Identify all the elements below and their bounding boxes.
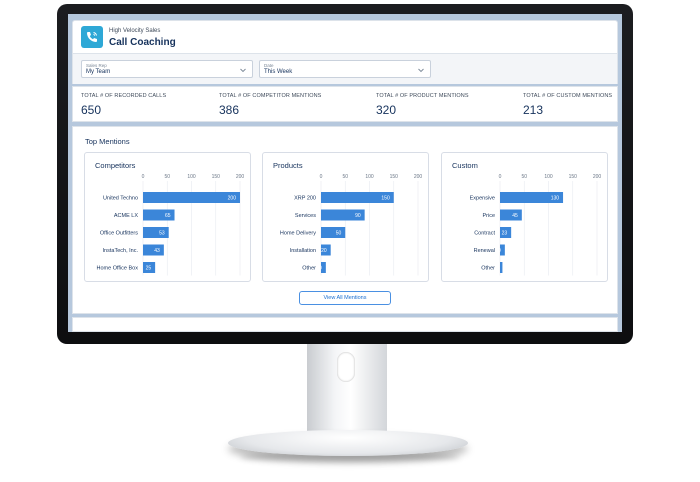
category-label: United Techno	[103, 196, 138, 202]
next-panel-edge	[72, 317, 618, 332]
bar	[500, 262, 503, 273]
data-label: 45	[512, 213, 518, 219]
category-label: Contract	[474, 231, 495, 237]
sales-rep-select[interactable]: Sales Rep My Team	[81, 60, 253, 78]
section-title: Top Mentions	[85, 137, 130, 146]
competitors-chart-plot: 0 50 100 150 200 United Techno 200 ACME LX 65 Off…	[97, 174, 245, 276]
category-label: Expensive	[470, 196, 495, 202]
tick-label: 0	[499, 174, 502, 180]
data-label: 130	[551, 196, 560, 202]
date-select[interactable]: Date This Week	[259, 60, 431, 78]
data-label: 20	[321, 248, 327, 254]
bar	[143, 227, 169, 238]
tick-label: 100	[187, 174, 196, 180]
sales-rep-label: Sales Rep	[86, 63, 107, 68]
view-all-mentions-button[interactable]: View All Mentions	[299, 291, 391, 305]
top-mentions-panel: Top Mentions 0 50 100 150 200 United Techno 20…	[72, 126, 618, 314]
monitor-cable-slot	[337, 352, 355, 382]
competitors-chart: 0 50 100 150 200 United Techno 200 ACME LX 65 Off…	[84, 152, 251, 282]
tick-label: 50	[342, 174, 348, 180]
data-label: 23	[502, 231, 508, 237]
category-label: Office Outfitters	[100, 231, 138, 237]
category-label: Installation	[290, 248, 316, 254]
data-label: 5	[496, 266, 499, 272]
stats-panel: TOTAL # OF RECORDED CALLS 650 TOTAL # OF…	[72, 86, 618, 122]
data-label: 53	[159, 231, 165, 237]
custom-chart-plot: 0 50 100 150 200 Expensive 130 Price 45 Contract 2…	[470, 174, 602, 276]
page-header: High Velocity Sales Call Coaching	[72, 20, 618, 54]
tick-label: 100	[544, 174, 553, 180]
stat-recorded-calls: TOTAL # OF RECORDED CALLS 650	[81, 93, 166, 117]
tick-label: 0	[320, 174, 323, 180]
stat-label: TOTAL # OF COMPETITOR MENTIONS	[219, 93, 322, 99]
tick-label: 200	[593, 174, 602, 180]
category-label: Other	[481, 266, 495, 272]
category-label: Services	[295, 213, 316, 219]
app-subtitle: High Velocity Sales	[109, 28, 161, 34]
bar	[500, 209, 522, 221]
stat-value: 386	[219, 103, 240, 117]
category-label: Home Delivery	[280, 231, 316, 237]
monitor-base	[228, 430, 468, 456]
chart-title: Competitors	[95, 161, 136, 170]
tick-label: 0	[142, 174, 145, 180]
stat-value: 213	[523, 103, 544, 117]
phone-wave-icon	[81, 26, 103, 48]
chevron-down-icon	[240, 68, 246, 73]
data-label: 150	[381, 196, 390, 202]
category-label: InstaTech, Inc.	[103, 248, 139, 254]
products-chart-plot: 0 50 100 150 200 XRP 200 150 Services 90 Home Del…	[280, 174, 423, 276]
tick-label: 50	[164, 174, 170, 180]
data-label: 200	[228, 196, 237, 202]
category-label: Home Office Box	[97, 266, 139, 272]
data-label: 90	[355, 213, 361, 219]
bar	[321, 227, 346, 238]
date-label: Date	[264, 63, 274, 68]
sales-rep-value: My Team	[86, 69, 111, 75]
tick-label: 100	[365, 174, 374, 180]
stat-label: TOTAL # OF CUSTOM MENTIONS	[523, 93, 613, 99]
chevron-down-icon	[418, 68, 424, 73]
tick-label: 200	[414, 174, 423, 180]
chart-title: Products	[273, 161, 303, 170]
monitor-screen: High Velocity Sales Call Coaching Sales …	[68, 14, 622, 332]
tick-label: 150	[390, 174, 399, 180]
category-label: Other	[302, 266, 316, 272]
stat-value: 650	[81, 103, 102, 117]
data-label: 25	[146, 266, 152, 272]
chart-title: Custom	[452, 161, 478, 170]
stat-label: TOTAL # OF PRODUCT MENTIONS	[376, 93, 469, 99]
category-label: XRP 200	[294, 196, 316, 202]
data-label: 65	[165, 213, 171, 219]
category-label: Price	[482, 213, 495, 219]
category-label: Renewal	[474, 248, 495, 254]
custom-chart: 0 50 100 150 200 Expensive 130 Price 45 Contract 2…	[441, 152, 608, 282]
stat-product-mentions: TOTAL # OF PRODUCT MENTIONS 320	[376, 93, 469, 117]
data-label: 10	[316, 266, 322, 272]
stat-custom-mentions: TOTAL # OF CUSTOM MENTIONS 213	[523, 93, 612, 117]
filter-bar: Sales Rep My Team Date This Week	[72, 54, 618, 84]
stat-competitor-mentions: TOTAL # OF COMPETITOR MENTIONS 386	[219, 93, 321, 117]
date-value: This Week	[264, 69, 293, 75]
tick-label: 150	[212, 174, 221, 180]
bar	[143, 192, 240, 203]
stat-value: 320	[376, 103, 397, 117]
tick-label: 150	[569, 174, 578, 180]
tick-label: 50	[521, 174, 527, 180]
category-label: ACME LX	[114, 213, 138, 219]
data-label: 10	[495, 248, 501, 254]
tick-label: 200	[236, 174, 245, 180]
products-chart: 0 50 100 150 200 XRP 200 150 Services 90 Home Del…	[262, 152, 429, 282]
stat-label: TOTAL # OF RECORDED CALLS	[81, 93, 167, 99]
page-title: Call Coaching	[109, 37, 176, 48]
data-label: 50	[336, 231, 342, 237]
data-label: 43	[154, 248, 160, 254]
